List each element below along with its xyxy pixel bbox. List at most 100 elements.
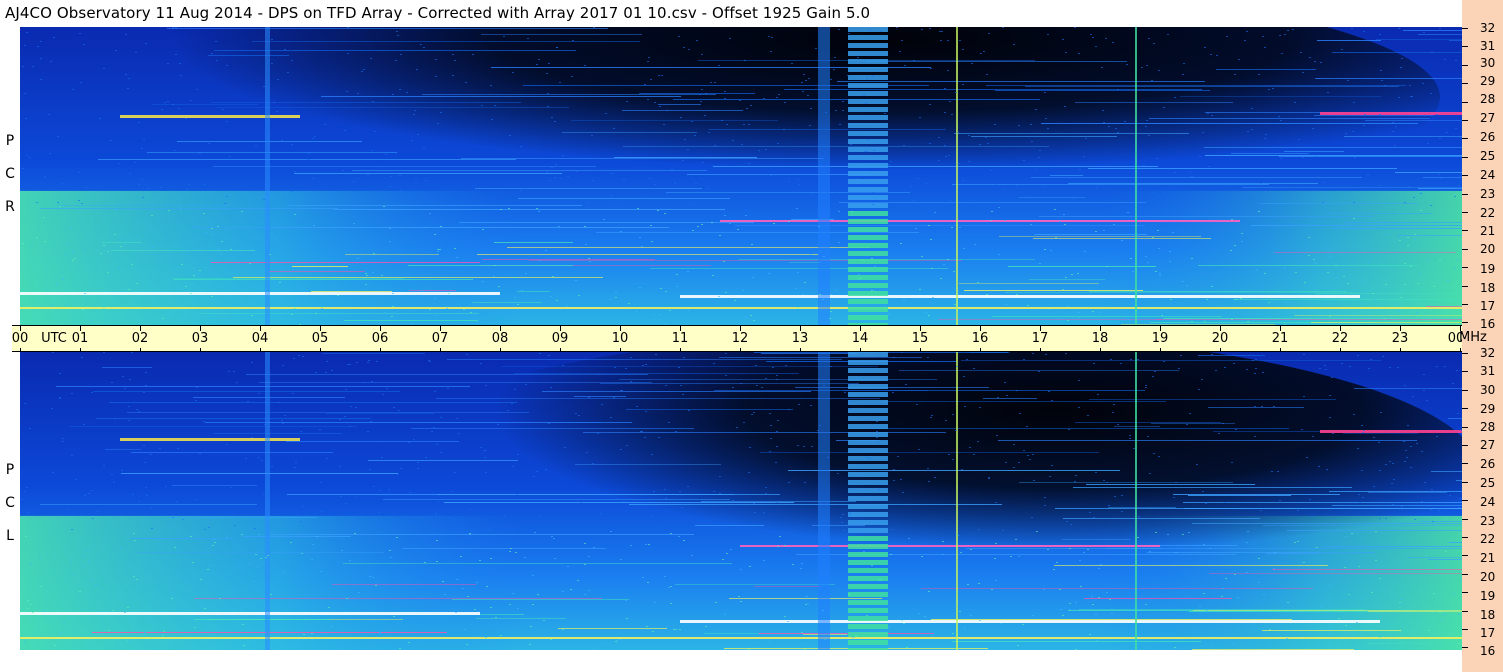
freq-label-bottom-22: 22 — [1480, 532, 1496, 546]
lcp-strong-line-5 — [1320, 430, 1462, 433]
pol-label-top-c: C — [5, 166, 15, 182]
lcp-freq-tick-32 — [1462, 353, 1468, 354]
time-label-07: 07 — [431, 331, 449, 346]
time-label-12: 12 — [731, 331, 749, 346]
time-label-13: 13 — [791, 331, 809, 346]
lcp-freq-tick-27 — [1462, 445, 1468, 446]
freq-label-bottom-18: 18 — [1480, 608, 1496, 622]
time-label-08: 08 — [491, 331, 509, 346]
lcp-freq-tick-17 — [1462, 629, 1468, 630]
freq-label-top-23: 23 — [1480, 187, 1496, 201]
freq-label-bottom-19: 19 — [1480, 589, 1496, 603]
time-label-11: 11 — [671, 331, 689, 346]
freq-label-bottom-28: 28 — [1480, 420, 1496, 434]
freq-label-bottom-27: 27 — [1480, 438, 1496, 452]
rcp-spectrogram — [20, 27, 1462, 325]
lcp-freq-tick-31 — [1462, 371, 1468, 372]
time-label-01: 01 — [71, 331, 89, 346]
rcp-freq-tick-26 — [1462, 138, 1468, 139]
freq-label-bottom-30: 30 — [1480, 383, 1496, 397]
time-label-20: 20 — [1211, 331, 1229, 346]
rcp-freq-tick-28 — [1462, 102, 1468, 103]
freq-label-bottom-21: 21 — [1480, 551, 1496, 565]
freq-label-bottom-25: 25 — [1480, 476, 1496, 490]
rcp-freq-tick-20 — [1462, 249, 1468, 250]
time-label-14: 14 — [851, 331, 869, 346]
freq-label-bottom-17: 17 — [1480, 626, 1496, 640]
lcp-freq-tick-30 — [1462, 390, 1468, 391]
rcp-strong-line-3 — [720, 220, 1240, 222]
freq-label-top-32: 32 — [1480, 21, 1496, 35]
rcp-strong-line-0 — [20, 292, 500, 295]
time-label-21: 21 — [1271, 331, 1289, 346]
freq-label-bottom-31: 31 — [1480, 364, 1496, 378]
rcp-vline-1835 — [1135, 27, 1137, 325]
lcp-freq-tick-22 — [1462, 537, 1468, 538]
lcp-freq-tick-18 — [1462, 611, 1468, 612]
lcp-freq-tick-28 — [1462, 427, 1468, 428]
chart-title: AJ4CO Observatory 11 Aug 2014 - DPS on T… — [5, 4, 871, 22]
rcp-freq-tick-23 — [1462, 194, 1468, 195]
pol-label-bottom-l: L — [6, 528, 14, 544]
lcp-spectrogram — [20, 352, 1462, 650]
time-label-10: 10 — [611, 331, 629, 346]
freq-label-bottom-24: 24 — [1480, 495, 1496, 509]
freq-unit-label: MHz — [1459, 330, 1487, 345]
rcp-strong-line-4 — [120, 115, 300, 118]
freq-label-top-19: 19 — [1480, 262, 1496, 276]
freq-label-top-29: 29 — [1480, 74, 1496, 88]
time-label-06: 06 — [371, 331, 389, 346]
freq-label-bottom-16: 16 — [1480, 644, 1496, 658]
freq-label-top-20: 20 — [1480, 242, 1496, 256]
time-label-04: 04 — [251, 331, 269, 346]
rcp-freq-tick-31 — [1462, 46, 1468, 47]
rcp-freq-tick-29 — [1462, 83, 1468, 84]
freq-label-top-18: 18 — [1480, 281, 1496, 295]
lcp-strong-line-0 — [20, 612, 480, 615]
freq-label-top-17: 17 — [1480, 299, 1496, 313]
rcp-freq-tick-32 — [1462, 28, 1468, 29]
rcp-freq-tick-16 — [1462, 322, 1468, 323]
freq-label-top-31: 31 — [1480, 39, 1496, 53]
pol-label-bottom-p: P — [5, 462, 15, 478]
rcp-spectrogram-panel — [20, 27, 1462, 325]
lcp-freq-tick-26 — [1462, 463, 1468, 464]
rcp-strong-line-1 — [680, 295, 1360, 298]
time-label-19: 19 — [1151, 331, 1169, 346]
time-label-17: 17 — [1031, 331, 1049, 346]
time-label-23: 23 — [1391, 331, 1409, 346]
lcp-spectrogram-panel — [20, 352, 1462, 650]
pol-label-top-p: P — [5, 133, 15, 149]
freq-label-bottom-32: 32 — [1480, 346, 1496, 360]
lcp-freq-tick-16 — [1462, 647, 1468, 648]
rcp-strong-line-2 — [20, 307, 1462, 309]
rcp-vline-1535 — [956, 27, 958, 325]
lcp-freq-tick-21 — [1462, 555, 1468, 556]
rcp-strong-line-5 — [1320, 112, 1462, 115]
rcp-freq-tick-24 — [1462, 175, 1468, 176]
bottom-margin — [20, 650, 1462, 672]
freq-label-top-22: 22 — [1480, 206, 1496, 220]
lcp-freq-tick-20 — [1462, 574, 1468, 575]
time-axis: 00 UTC 01 02 03 04 05 06 07 08 09 10 11 … — [12, 325, 1464, 353]
time-label-utc: UTC — [41, 331, 67, 346]
title-bar: AJ4CO Observatory 11 Aug 2014 - DPS on T… — [0, 0, 1462, 28]
time-label-16: 16 — [971, 331, 989, 346]
time-label-22: 22 — [1331, 331, 1349, 346]
lcp-freq-tick-24 — [1462, 500, 1468, 501]
rcp-freq-tick-18 — [1462, 286, 1468, 287]
freq-label-top-28: 28 — [1480, 92, 1496, 106]
freq-label-top-30: 30 — [1480, 56, 1496, 70]
rcp-freq-tick-25 — [1462, 157, 1468, 158]
lcp-freq-tick-23 — [1462, 519, 1468, 520]
time-label-15: 15 — [911, 331, 929, 346]
lcp-freq-tick-19 — [1462, 592, 1468, 593]
freq-label-top-16: 16 — [1480, 317, 1496, 331]
rcp-freq-tick-17 — [1462, 304, 1468, 305]
rcp-freq-tick-21 — [1462, 230, 1468, 231]
pol-label-bottom-c: C — [5, 495, 15, 511]
lcp-vline-04 — [265, 352, 270, 650]
lcp-freq-tick-25 — [1462, 482, 1468, 483]
lcp-vline-13 — [818, 352, 830, 650]
rcp-freq-tick-30 — [1462, 65, 1468, 66]
